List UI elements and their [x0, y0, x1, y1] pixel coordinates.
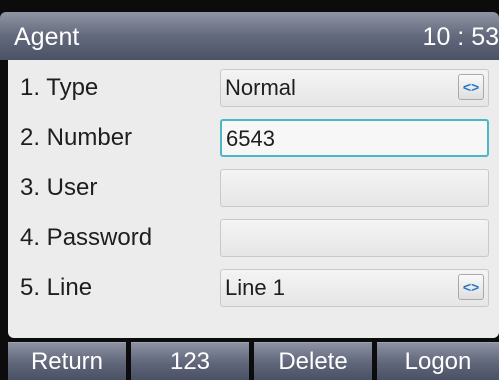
user-field[interactable]: [220, 169, 489, 207]
password-label: 4. Password: [20, 224, 153, 251]
logon-button[interactable]: Logon: [377, 342, 499, 380]
row-password: 4. Password: [8, 213, 499, 263]
switch-icon[interactable]: <>: [458, 74, 484, 100]
line-selector[interactable]: Line 1 <>: [220, 269, 489, 307]
password-field[interactable]: [220, 219, 489, 257]
123-button[interactable]: 123: [131, 342, 249, 380]
switch-icon[interactable]: <>: [458, 274, 484, 300]
phone-screen: Agent 10 : 53 1. Type Normal <> 2. Numbe…: [0, 0, 499, 380]
type-selector[interactable]: Normal <>: [220, 69, 489, 107]
row-user: 3. User: [8, 163, 499, 213]
number-field[interactable]: 6543: [220, 119, 489, 157]
row-line: 5. Line Line 1 <>: [8, 263, 499, 313]
type-label: 1. Type: [20, 74, 99, 101]
line-value: Line 1: [225, 275, 285, 300]
number-label: 2. Number: [20, 124, 133, 151]
page-title: Agent: [14, 23, 80, 51]
return-button[interactable]: Return: [8, 342, 126, 380]
user-label: 3. User: [20, 174, 98, 201]
delete-button[interactable]: Delete: [254, 342, 372, 380]
number-value: 6543: [226, 126, 275, 151]
row-number: 2. Number 6543: [8, 113, 499, 163]
row-type: 1. Type Normal <>: [8, 63, 499, 113]
clock: 10 : 53: [422, 23, 499, 51]
agent-form: 1. Type Normal <> 2. Number 6543 3. User…: [8, 60, 499, 338]
type-value: Normal: [225, 75, 296, 100]
line-label: 5. Line: [20, 274, 93, 301]
softkey-bar: Return 123 Delete Logon: [0, 338, 499, 380]
title-bar: Agent 10 : 53: [0, 12, 499, 60]
